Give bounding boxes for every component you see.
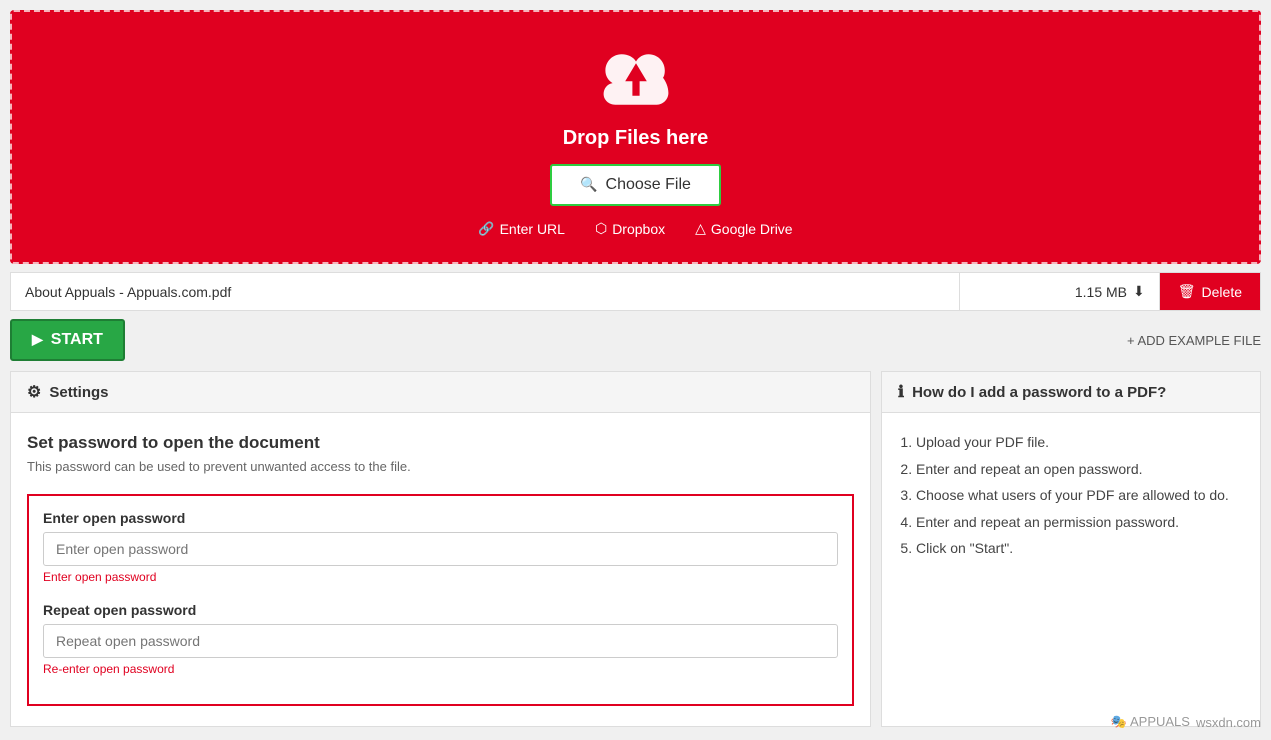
link-icon <box>478 220 494 237</box>
google-drive-link[interactable]: Google Drive <box>695 220 792 237</box>
info-body: Upload your PDF file.Enter and repeat an… <box>882 413 1260 578</box>
info-step: Upload your PDF file. <box>916 429 1244 456</box>
settings-body: Set password to open the document This p… <box>11 413 870 726</box>
info-header: How do I add a password to a PDF? <box>882 372 1260 413</box>
watermark: 🎭 APPUALS wsxdn.com <box>1111 714 1261 730</box>
repeat-password-error: Re-enter open password <box>43 662 838 676</box>
file-name: About Appuals - Appuals.com.pdf <box>11 273 960 310</box>
enter-url-link[interactable]: Enter URL <box>478 220 565 237</box>
source-links: Enter URL Dropbox Google Drive <box>32 220 1239 237</box>
settings-header: Settings <box>11 372 870 413</box>
settings-panel: Settings Set password to open the docume… <box>10 371 871 727</box>
repeat-password-input[interactable] <box>43 624 838 658</box>
settings-icon <box>27 382 41 402</box>
open-password-label: Enter open password <box>43 510 838 526</box>
file-row: About Appuals - Appuals.com.pdf 1.15 MB … <box>10 272 1261 311</box>
info-steps: Upload your PDF file.Enter and repeat an… <box>898 429 1244 562</box>
action-row: START + ADD EXAMPLE FILE <box>10 319 1261 361</box>
settings-title: Set password to open the document <box>27 433 854 453</box>
info-step: Enter and repeat an open password. <box>916 456 1244 483</box>
cloud-upload-icon <box>591 42 681 117</box>
password-section: Enter open password Enter open password … <box>27 494 854 706</box>
open-password-error: Enter open password <box>43 570 838 584</box>
info-step: Enter and repeat an permission password. <box>916 509 1244 536</box>
info-icon <box>898 382 904 402</box>
open-password-group: Enter open password Enter open password <box>43 510 838 584</box>
info-step: Choose what users of your PDF are allowe… <box>916 482 1244 509</box>
delete-button[interactable]: Delete <box>1160 273 1260 310</box>
add-example-link[interactable]: + ADD EXAMPLE FILE <box>1127 333 1261 348</box>
repeat-password-group: Repeat open password Re-enter open passw… <box>43 602 838 676</box>
info-panel: How do I add a password to a PDF? Upload… <box>881 371 1261 727</box>
file-size: 1.15 MB <box>960 273 1160 310</box>
open-password-input[interactable] <box>43 532 838 566</box>
watermark-site: wsxdn.com <box>1196 715 1261 730</box>
settings-description: This password can be used to prevent unw… <box>27 459 854 474</box>
play-icon <box>32 331 43 349</box>
search-icon <box>580 176 597 194</box>
dropbox-link[interactable]: Dropbox <box>595 220 665 237</box>
gdrive-icon <box>695 220 706 237</box>
start-button[interactable]: START <box>10 319 125 361</box>
content-area: Settings Set password to open the docume… <box>10 371 1261 727</box>
repeat-password-label: Repeat open password <box>43 602 838 618</box>
drop-zone[interactable]: Drop Files here Choose File Enter URL Dr… <box>10 10 1261 264</box>
download-icon[interactable] <box>1133 283 1145 300</box>
dropbox-icon <box>595 220 607 237</box>
watermark-text: 🎭 APPUALS <box>1111 714 1190 730</box>
choose-file-button[interactable]: Choose File <box>550 164 721 206</box>
trash-icon <box>1178 283 1196 300</box>
info-step: Click on "Start". <box>916 535 1244 562</box>
drop-text: Drop Files here <box>32 127 1239 150</box>
